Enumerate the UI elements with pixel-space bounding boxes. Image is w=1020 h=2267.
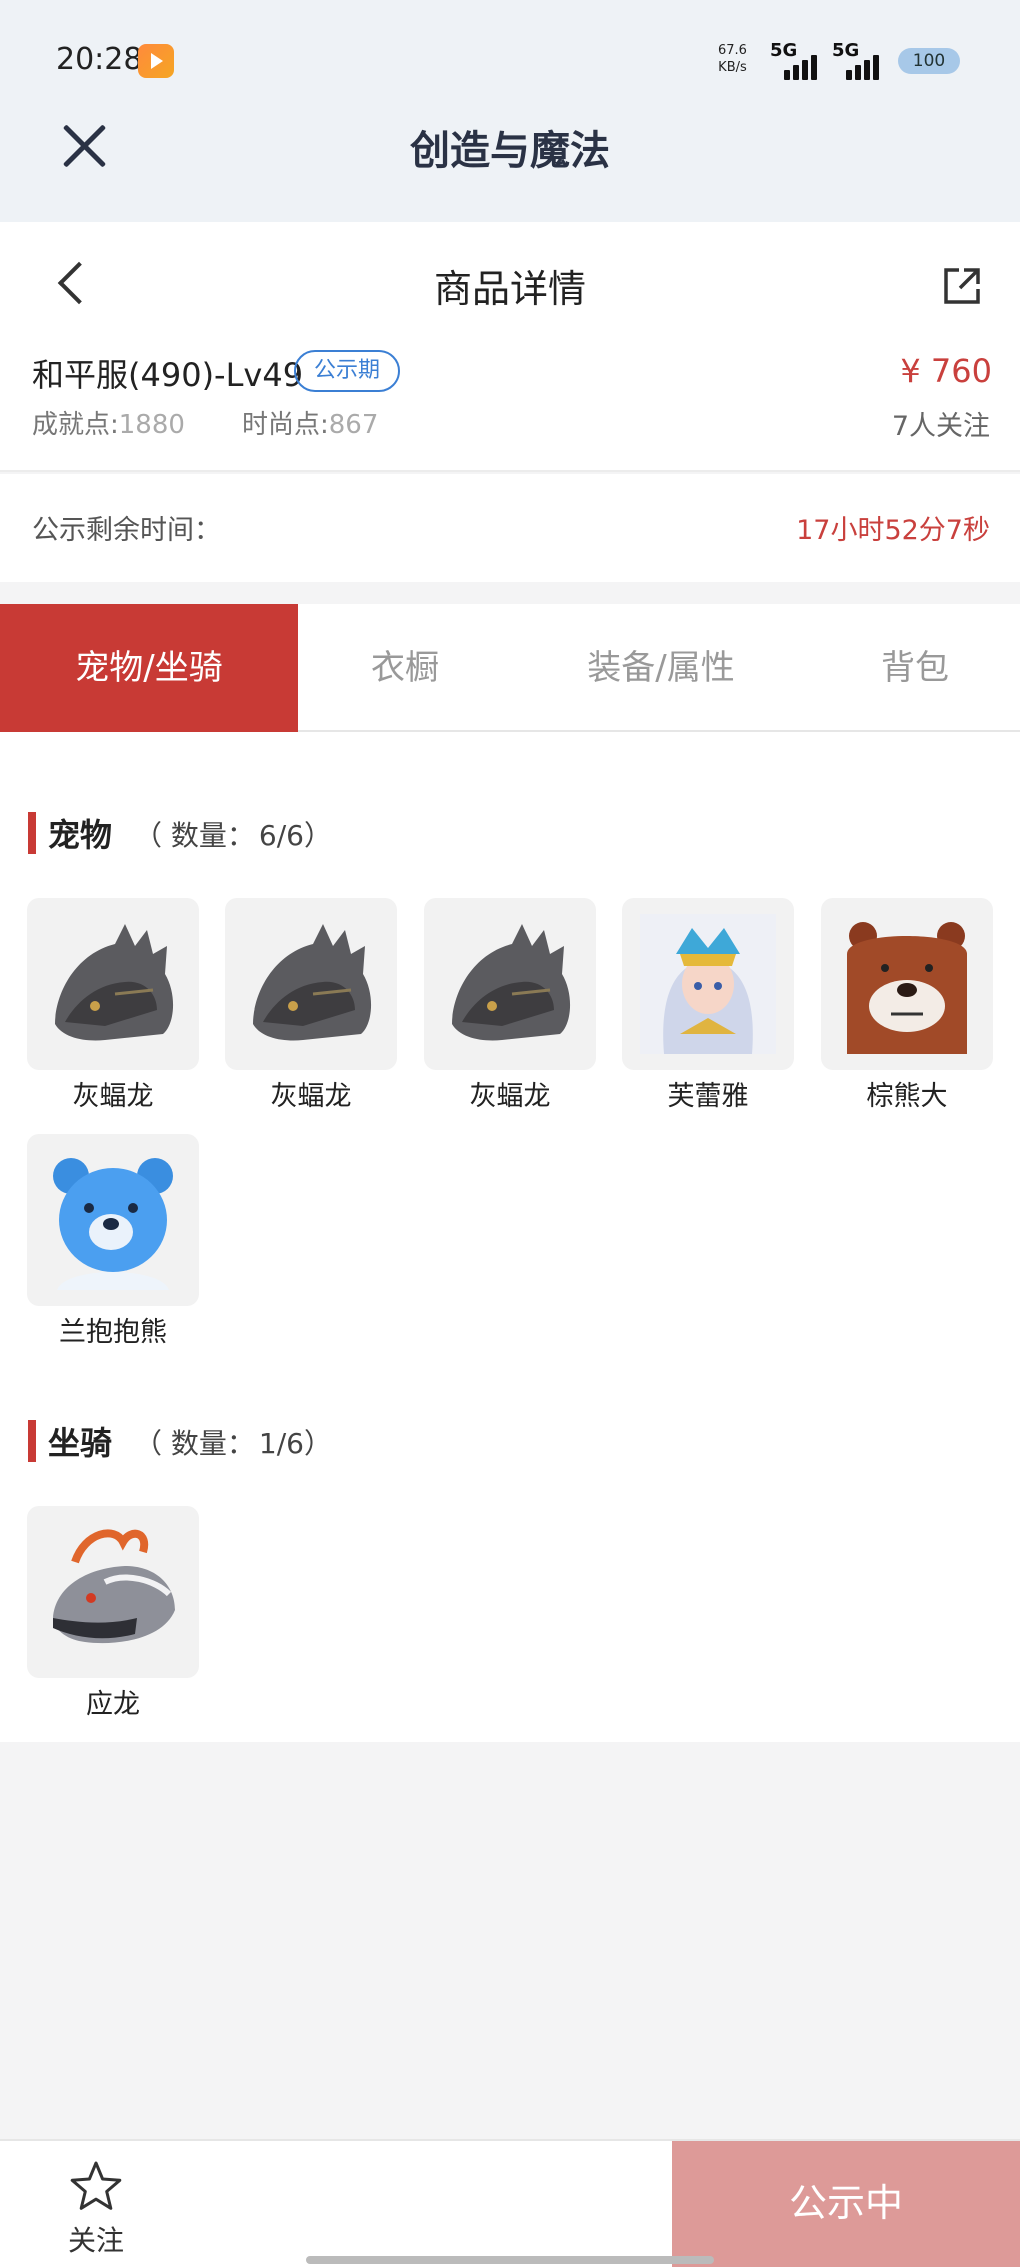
home-indicator[interactable] — [306, 2256, 714, 2264]
status-time: 20:28 — [56, 42, 143, 77]
price: ¥ 760 — [900, 352, 992, 390]
brown-bear-icon — [839, 914, 975, 1054]
pet-thumbnail — [424, 898, 596, 1070]
dragon-icon — [452, 924, 571, 1041]
section-count: （ 数量： 6/6） — [134, 814, 332, 854]
pet-thumbnail — [27, 1134, 199, 1306]
signal-label: 5G — [770, 40, 798, 61]
tab-backpack[interactable]: 背包 — [810, 604, 1020, 732]
achievement-value: 1880 — [118, 410, 185, 440]
app-title: 创造与魔法 — [410, 127, 610, 174]
product-info: 和平服(490)-Lv49 公示期 ¥ 760 成就点:1880 时尚点:867… — [0, 342, 1020, 472]
publicity-status-button[interactable]: 公示中 — [672, 2141, 1020, 2267]
page-header: 商品详情 — [0, 222, 1020, 342]
tab-wardrobe[interactable]: 衣橱 — [298, 604, 512, 732]
bottom-bar: 关注 公示中 — [0, 2139, 1020, 2267]
blue-bear-icon — [53, 1158, 173, 1290]
section-count: （ 数量： 1/6） — [134, 1422, 332, 1462]
achievement-points: 成就点:1880 — [32, 404, 185, 441]
tab-equipment[interactable]: 装备/属性 — [512, 604, 810, 732]
status-badge: 公示期 — [294, 350, 401, 392]
count-suffix: ） — [303, 819, 332, 852]
tab-content: 宠物 （ 数量： 6/6） 灰蝠龙 灰蝠龙 灰蝠龙 芙蕾雅 棕熊大 兰抱抱熊 坐… — [0, 732, 1020, 1742]
pet-name: 芙蕾雅 — [667, 1081, 749, 1112]
countdown-label: 公示剩余时间： — [32, 515, 221, 546]
count-value: 6/6 — [258, 819, 304, 852]
app-header: 20:28 67.6 KB/s 5G 5G 100 创造与魔法 — [0, 0, 1020, 222]
battery-indicator: 100 — [898, 48, 960, 74]
pet-name: 灰蝠龙 — [469, 1081, 551, 1112]
countdown-row: 公示剩余时间： 17小时52分7秒 — [0, 474, 1020, 582]
section-marker — [28, 812, 36, 854]
dragon-icon — [53, 1529, 175, 1644]
countdown-value: 17小时52分7秒 — [796, 515, 990, 546]
tab-bar: 宠物/坐骑 衣橱 装备/属性 背包 — [0, 604, 1020, 732]
pet-thumbnail — [821, 898, 993, 1070]
net-speed: 67.6 KB/s — [718, 42, 747, 76]
count-prefix: （ 数量： — [134, 1427, 255, 1460]
pet-name: 灰蝠龙 — [270, 1081, 352, 1112]
section-title: 宠物 — [48, 816, 113, 854]
pet-name: 兰抱抱熊 — [59, 1317, 167, 1348]
fashion-points: 时尚点:867 — [242, 404, 378, 441]
follow-label[interactable]: 关注 — [60, 2219, 132, 2259]
dragon-icon — [55, 924, 174, 1041]
fashion-value: 867 — [328, 410, 379, 440]
pet-name: 灰蝠龙 — [72, 1081, 154, 1112]
tab-pets-mounts[interactable]: 宠物/坐骑 — [0, 604, 298, 732]
follower-count: 7人关注 — [891, 411, 990, 442]
server-name: 和平服(490)-Lv49 — [32, 356, 304, 394]
dragon-icon — [253, 924, 372, 1041]
star-icon[interactable] — [68, 2159, 124, 2215]
page-title: 商品详情 — [433, 267, 586, 311]
count-value: 1/6 — [258, 1427, 304, 1460]
mount-name: 应龙 — [86, 1689, 140, 1720]
signal-label: 5G — [832, 40, 860, 61]
share-icon[interactable] — [942, 266, 982, 306]
count-suffix: ） — [303, 1427, 332, 1460]
section-title: 坐骑 — [48, 1424, 113, 1462]
fashion-label: 时尚点: — [242, 410, 329, 440]
pet-thumbnail — [225, 898, 397, 1070]
goddess-icon — [640, 914, 776, 1054]
count-prefix: （ 数量： — [134, 819, 255, 852]
pet-thumbnail — [622, 898, 794, 1070]
net-speed-value: 67.6 — [718, 43, 747, 58]
mount-thumbnail — [27, 1506, 199, 1678]
pet-thumbnail — [27, 898, 199, 1070]
video-app-icon — [138, 44, 174, 78]
pet-name: 棕熊大 — [866, 1081, 948, 1112]
net-speed-unit: KB/s — [718, 60, 747, 75]
section-marker — [28, 1420, 36, 1462]
achievement-label: 成就点: — [32, 410, 119, 440]
